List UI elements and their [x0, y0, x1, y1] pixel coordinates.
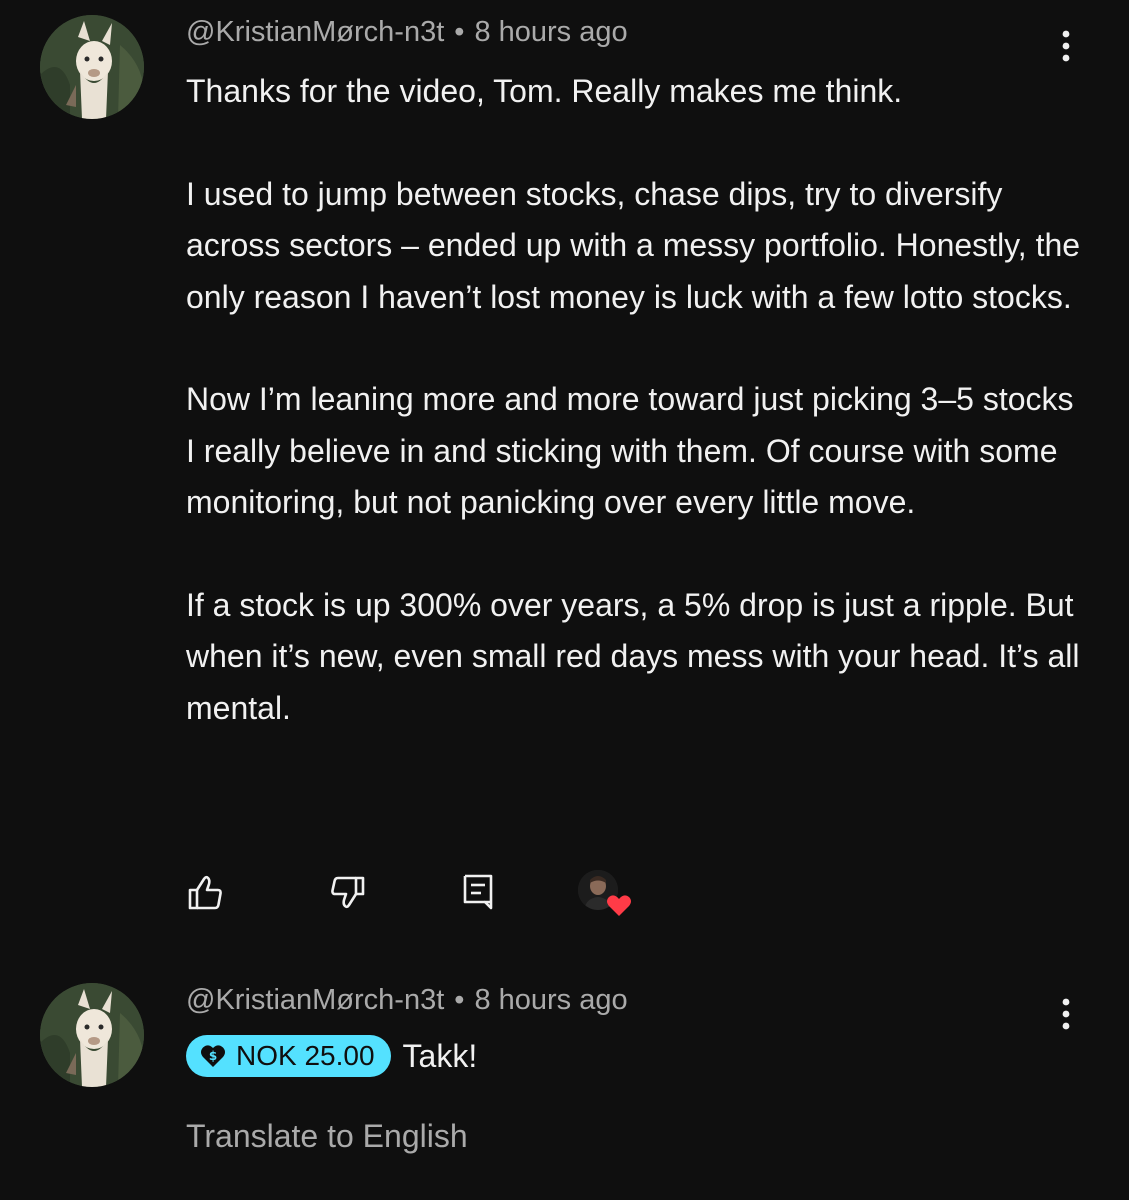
comment-timestamp[interactable]: 8 hours ago — [474, 984, 627, 1016]
comment-paragraph: Thanks for the video, Tom. Really makes … — [186, 73, 903, 109]
super-thanks-amount: NOK 25.00 — [236, 1040, 375, 1071]
comment-timestamp[interactable]: 8 hours ago — [474, 16, 627, 48]
comments-page: @KristianMørch-n3t • 8 hours ago Thanks fo… — [0, 0, 1129, 1200]
svg-text:$: $ — [209, 1049, 217, 1063]
meta-separator: • — [454, 16, 465, 48]
author-avatar[interactable] — [40, 983, 144, 1087]
more-vertical-icon[interactable] — [1052, 996, 1080, 1036]
creator-heart-badge — [578, 870, 638, 920]
translate-button[interactable]: Translate to English — [186, 1118, 468, 1155]
heart-icon — [607, 895, 631, 916]
like-button[interactable] — [180, 868, 230, 918]
more-vertical-icon[interactable] — [1052, 28, 1080, 68]
thumbs-down-icon — [331, 876, 365, 909]
super-thanks-row: $ NOK 25.00 Takk! — [186, 1034, 477, 1078]
dislike-button[interactable] — [323, 868, 373, 918]
reply-comment-icon — [463, 874, 493, 910]
dollar-heart-icon: $ — [200, 1043, 226, 1069]
comment-paragraph: Now I’m leaning more and more toward jus… — [186, 381, 1074, 521]
comment-meta: @KristianMørch-n3t • 8 hours ago — [186, 984, 628, 1017]
comment-body: Thanks for the video, Tom. Really makes … — [186, 66, 1086, 734]
comment-meta: @KristianMørch-n3t • 8 hours ago — [186, 16, 628, 49]
comment-actions — [0, 868, 1129, 918]
comment-paragraph: If a stock is up 300% over years, a 5% d… — [186, 587, 1080, 726]
comment-paragraph: I used to jump between stocks, chase dip… — [186, 175, 1081, 315]
reply-button[interactable] — [455, 868, 505, 918]
author-name[interactable]: @KristianMørch-n3t — [186, 984, 444, 1016]
super-thanks-chip: $ NOK 25.00 — [186, 1035, 391, 1077]
meta-separator: • — [454, 984, 465, 1016]
author-avatar[interactable] — [40, 15, 144, 119]
thumbs-up-icon — [188, 875, 222, 910]
author-name[interactable]: @KristianMørch-n3t — [186, 16, 444, 48]
comment-text: Takk! — [402, 1037, 478, 1074]
